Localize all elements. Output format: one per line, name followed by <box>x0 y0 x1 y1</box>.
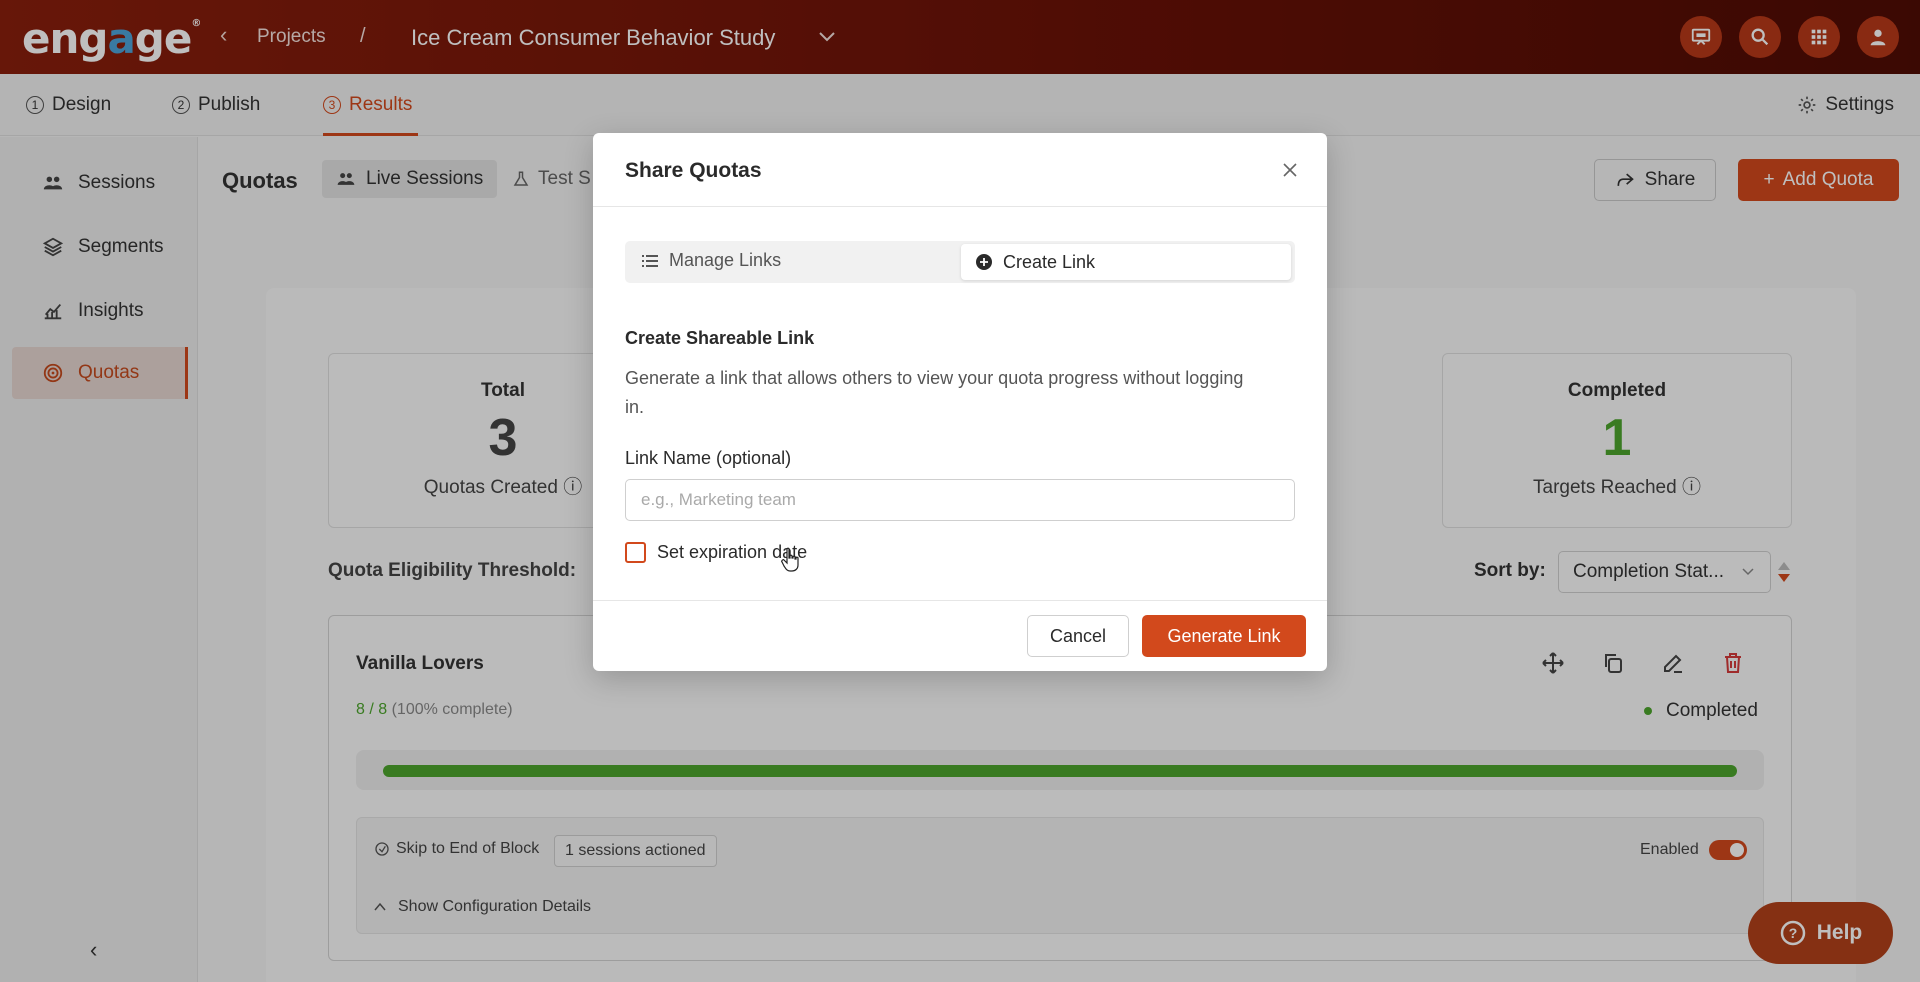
expiration-checkbox[interactable] <box>625 542 646 563</box>
modal-title: Share Quotas <box>625 159 762 182</box>
modal-footer-divider <box>593 600 1327 601</box>
generate-link-button[interactable]: Generate Link <box>1142 615 1306 657</box>
hand-cursor-icon <box>781 547 799 572</box>
plus-circle-icon <box>976 254 992 270</box>
cancel-button[interactable]: Cancel <box>1027 615 1129 657</box>
tab-manage-links[interactable]: Manage Links <box>641 250 781 271</box>
section-title: Create Shareable Link <box>625 328 815 348</box>
link-name-label: Link Name (optional) <box>625 448 792 468</box>
list-icon <box>642 254 658 267</box>
share-quotas-modal: Share Quotas Manage Links Create Link Cr… <box>593 133 1327 671</box>
link-name-input[interactable] <box>625 479 1295 521</box>
link-mode-tabs: Manage Links Create Link <box>625 241 1295 283</box>
section-description: Generate a link that allows others to vi… <box>625 368 1244 417</box>
tab-create-link[interactable]: Create Link <box>961 244 1291 280</box>
close-icon[interactable] <box>1279 159 1301 181</box>
modal-header-divider <box>593 206 1327 207</box>
